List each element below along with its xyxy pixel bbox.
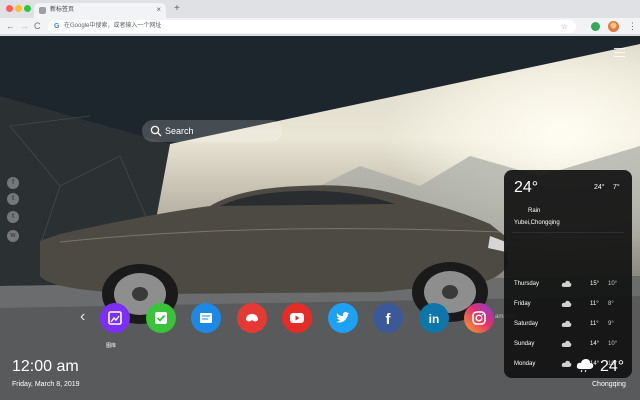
new-tab-button[interactable]: + [174, 2, 180, 15]
back-arrow-icon[interactable]: ← [6, 20, 15, 32]
extension-icon[interactable] [591, 22, 600, 31]
google-icon: G [54, 23, 60, 30]
shortcut-tasks[interactable] [145, 303, 176, 333]
forecast-high: 15° [590, 281, 600, 287]
twitter-icon[interactable]: t [7, 193, 19, 205]
new-tab-page: Search f t t w ‹ fin 图库 amazon 24° 24° 7… [0, 36, 640, 400]
facebook-icon[interactable]: f [7, 177, 19, 189]
bottom-weather-city: Chongqing [592, 381, 626, 388]
shortcut-games[interactable] [236, 303, 267, 333]
weather-current-temp: 24° [514, 179, 539, 196]
shortcut-instagram[interactable] [464, 303, 494, 333]
gamepad-icon [245, 314, 258, 322]
shortcut-youtube[interactable] [282, 303, 312, 333]
tumblr-icon[interactable]: t [7, 211, 19, 223]
cloud-icon [561, 300, 572, 307]
clock-date: Friday, March 8, 2019 [12, 381, 80, 388]
forecast-row: Friday 11° 8° [504, 298, 632, 310]
forecast-low: 10° [608, 341, 618, 347]
search-box[interactable]: Search [142, 120, 282, 142]
active-tab[interactable]: 新标签页 × [34, 3, 166, 18]
forecast-day: Friday [514, 301, 531, 307]
shortcut-linkedin[interactable]: in [418, 303, 449, 333]
address-bar[interactable]: G 在Google中搜索，或者输入一个网址 ☆ [48, 20, 576, 33]
maximize-window-button[interactable] [24, 5, 31, 12]
forecast-row: Saturday 11° 9° [504, 318, 632, 330]
forecast-low: 9° [608, 321, 614, 327]
browser-menu-icon[interactable]: ⋮ [628, 20, 637, 32]
cloud-icon [576, 359, 594, 373]
forecast-high: 14° [590, 341, 600, 347]
gallery-icon [108, 311, 122, 325]
weather-location: Yubei,Chongqing [514, 220, 560, 226]
browser-toolbar: ← → C G 在Google中搜索，或者输入一个网址 ☆ [0, 18, 640, 35]
twitter-bird-icon [335, 312, 350, 323]
reload-icon[interactable]: C [34, 20, 41, 32]
youtube-icon [290, 313, 304, 323]
forecast-row: Sunday 14° 10° [504, 338, 632, 350]
shortcut-twitter[interactable] [327, 303, 358, 333]
weather-condition: Rain [528, 208, 541, 214]
svg-text:f: f [386, 311, 392, 328]
weather-high: 24° [594, 184, 605, 191]
forecast-low: 8° [608, 301, 614, 307]
profile-avatar[interactable] [608, 21, 619, 32]
instagram-icon [472, 311, 486, 325]
tab-close-icon[interactable]: × [156, 4, 161, 16]
forecast-high: 11° [590, 321, 599, 327]
cloud-icon [561, 360, 572, 367]
check-icon [154, 312, 167, 324]
wechat-icon[interactable]: w [7, 230, 19, 242]
facebook-icon: f [386, 311, 392, 328]
svg-text:in: in [428, 312, 439, 326]
forward-arrow-icon[interactable]: → [20, 20, 29, 32]
search-placeholder: Search [165, 126, 194, 136]
forecast-low: 10° [608, 281, 618, 287]
tab-favicon-icon [39, 7, 46, 14]
forecast-day: Sunday [514, 341, 535, 347]
shortcut-notes[interactable] [191, 303, 221, 333]
shortcut-label-gallery: 图库 [106, 343, 117, 349]
bottom-weather-temp: 24° [600, 358, 625, 375]
search-icon [150, 125, 162, 137]
forecast-day: Saturday [514, 321, 539, 327]
shortcut-gallery[interactable] [100, 303, 130, 333]
cloud-icon [561, 280, 572, 287]
tab-strip: 新标签页 × + [0, 0, 640, 18]
weather-low: 7° [613, 184, 620, 191]
shortcuts-prev-arrow-icon[interactable]: ‹ [80, 308, 85, 326]
clock-time: 12:00 am [12, 358, 79, 375]
forecast-day: Thursday [514, 281, 540, 287]
forecast-row: Thursday 15° 10° [504, 278, 632, 290]
bookmark-star-icon[interactable]: ☆ [561, 21, 568, 32]
hamburger-menu-icon[interactable] [614, 48, 625, 57]
forecast-day: Monday [514, 361, 536, 367]
close-window-button[interactable] [6, 5, 13, 12]
weather-card[interactable]: 24° 24° 7° Rain Yubei,Chongqing Thursday… [504, 170, 632, 378]
address-bar-placeholder: 在Google中搜索，或者输入一个网址 [64, 23, 162, 29]
cloud-icon [561, 320, 572, 327]
cloud-icon [561, 340, 572, 347]
minimize-window-button[interactable] [15, 5, 22, 12]
tab-title: 新标签页 [50, 7, 75, 13]
linkedin-icon: in [428, 312, 439, 326]
shortcut-facebook[interactable]: f [373, 303, 403, 333]
weather-divider [512, 232, 624, 233]
notes-icon [200, 313, 212, 323]
forecast-high: 11° [590, 301, 599, 307]
